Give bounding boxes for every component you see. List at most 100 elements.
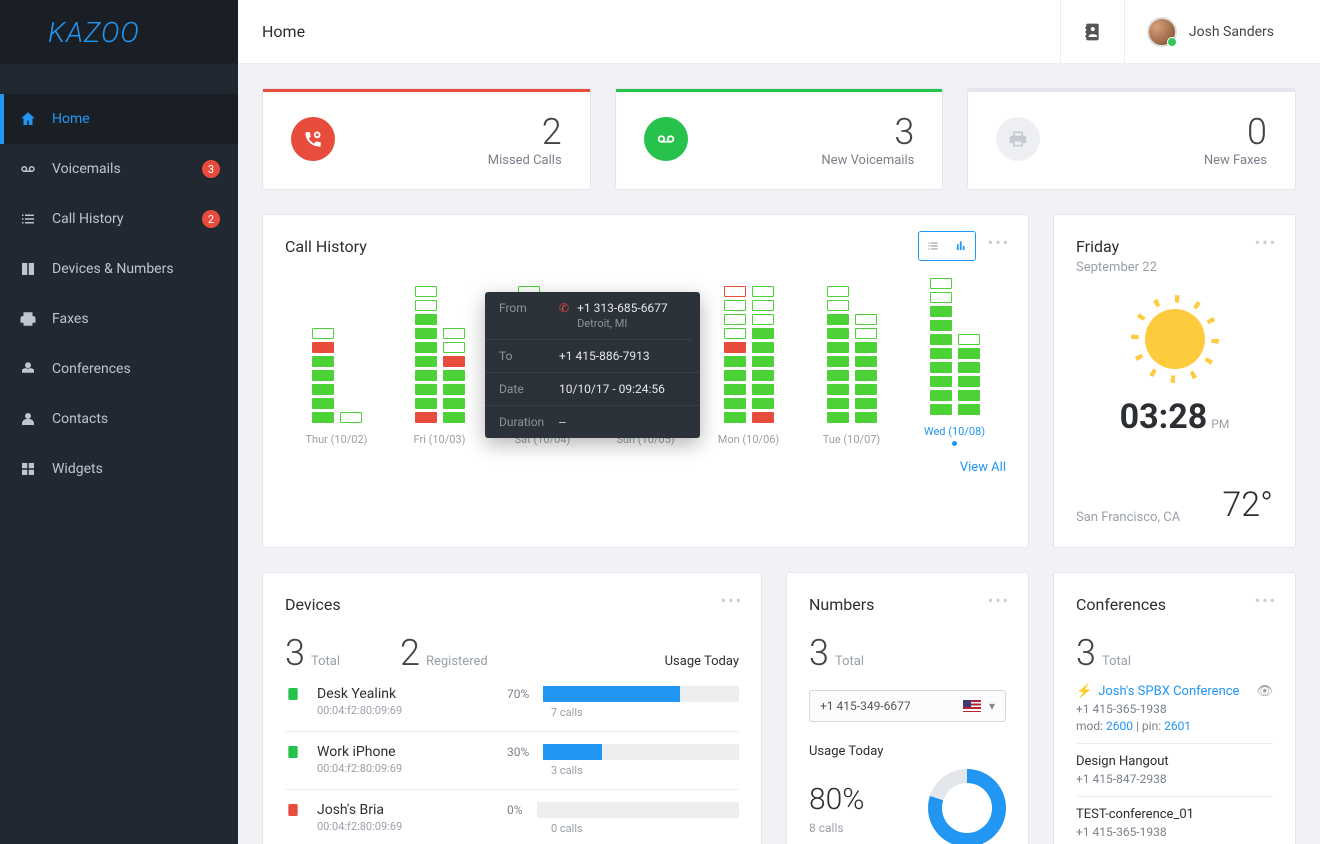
sidebar-item-call-history[interactable]: Call History2 (0, 194, 238, 244)
call-cell[interactable] (340, 412, 362, 423)
call-cell[interactable] (930, 390, 952, 401)
call-cell[interactable] (724, 412, 746, 423)
more-button[interactable]: ••• (1255, 591, 1277, 610)
call-cell[interactable] (312, 356, 334, 367)
call-cell[interactable] (443, 328, 465, 339)
call-cell[interactable] (312, 398, 334, 409)
call-cell[interactable] (724, 300, 746, 311)
call-cell[interactable] (930, 320, 952, 331)
call-cell[interactable] (312, 384, 334, 395)
call-cell[interactable] (958, 334, 980, 345)
call-cell[interactable] (752, 300, 774, 311)
call-cell[interactable] (855, 342, 877, 353)
call-cell[interactable] (958, 404, 980, 415)
call-cell[interactable] (930, 306, 952, 317)
call-cell[interactable] (415, 384, 437, 395)
call-cell[interactable] (930, 362, 952, 373)
call-cell[interactable] (930, 278, 952, 289)
call-cell[interactable] (752, 342, 774, 353)
day-column[interactable]: Tue (10/07) (800, 276, 903, 446)
call-cell[interactable] (930, 334, 952, 345)
call-cell[interactable] (752, 314, 774, 325)
view-all-link[interactable]: View All (285, 460, 1006, 475)
sidebar-item-home[interactable]: Home (0, 94, 238, 144)
call-cell[interactable] (855, 412, 877, 423)
call-cell[interactable] (855, 384, 877, 395)
more-button[interactable]: ••• (988, 233, 1010, 252)
call-cell[interactable] (724, 328, 746, 339)
sidebar-item-faxes[interactable]: Faxes (0, 294, 238, 344)
call-cell[interactable] (443, 370, 465, 381)
call-cell[interactable] (827, 384, 849, 395)
call-cell[interactable] (724, 398, 746, 409)
call-cell[interactable] (958, 348, 980, 359)
day-column[interactable]: Mon (10/06) (697, 276, 800, 446)
more-button[interactable]: ••• (1255, 233, 1277, 252)
call-cell[interactable] (930, 292, 952, 303)
number-select[interactable]: +1 415-349-6677 ▾ (809, 690, 1006, 722)
conference-item[interactable]: Design Hangout+1 415-847-2938 (1076, 744, 1273, 797)
call-cell[interactable] (958, 376, 980, 387)
day-column[interactable]: Thur (10/02) (285, 276, 388, 446)
list-view-button[interactable] (919, 232, 947, 260)
day-column[interactable]: Fri (10/03) (388, 276, 491, 446)
address-book-button[interactable] (1060, 0, 1124, 64)
conference-item[interactable]: ⚡Josh's SPBX Conference👁+1 415-365-1938m… (1076, 674, 1273, 744)
call-cell[interactable] (724, 286, 746, 297)
call-cell[interactable] (752, 384, 774, 395)
stat-faxes[interactable]: 0 New Faxes (967, 88, 1296, 190)
call-cell[interactable] (827, 300, 849, 311)
device-row[interactable]: Work iPhone00:04:f2:80:09:6930%3 calls (285, 732, 739, 790)
call-cell[interactable] (443, 412, 465, 423)
sidebar-item-devices-numbers[interactable]: Devices & Numbers (0, 244, 238, 294)
day-column[interactable]: Wed (10/08) (903, 276, 1006, 446)
call-cell[interactable] (827, 286, 849, 297)
sidebar-item-widgets[interactable]: Widgets (0, 444, 238, 494)
call-cell[interactable] (415, 342, 437, 353)
call-cell[interactable] (752, 370, 774, 381)
call-cell[interactable] (827, 356, 849, 367)
sidebar-item-conferences[interactable]: Conferences (0, 344, 238, 394)
device-row[interactable]: Desk Yealink00:04:f2:80:09:6970%7 calls (285, 674, 739, 732)
call-cell[interactable] (752, 328, 774, 339)
call-cell[interactable] (752, 286, 774, 297)
call-cell[interactable] (958, 390, 980, 401)
call-cell[interactable] (312, 370, 334, 381)
call-cell[interactable] (415, 398, 437, 409)
call-cell[interactable] (855, 370, 877, 381)
call-cell[interactable] (724, 314, 746, 325)
call-cell[interactable] (415, 356, 437, 367)
call-cell[interactable] (855, 328, 877, 339)
call-cell[interactable] (827, 398, 849, 409)
call-cell[interactable] (415, 286, 437, 297)
call-cell[interactable] (415, 412, 437, 423)
conference-name[interactable]: Josh's SPBX Conference (1098, 684, 1239, 699)
call-cell[interactable] (443, 398, 465, 409)
eye-icon[interactable]: 👁 (1256, 684, 1273, 699)
call-cell[interactable] (415, 370, 437, 381)
call-cell[interactable] (443, 384, 465, 395)
call-cell[interactable] (312, 412, 334, 423)
user-menu[interactable]: Josh Sanders (1124, 0, 1296, 64)
call-cell[interactable] (415, 328, 437, 339)
call-cell[interactable] (827, 328, 849, 339)
conference-item[interactable]: TEST-conference_01+1 415-365-1938 (1076, 797, 1273, 844)
call-cell[interactable] (724, 370, 746, 381)
call-cell[interactable] (958, 362, 980, 373)
call-cell[interactable] (752, 412, 774, 423)
call-cell[interactable] (724, 356, 746, 367)
sidebar-item-contacts[interactable]: Contacts (0, 394, 238, 444)
call-cell[interactable] (827, 412, 849, 423)
call-cell[interactable] (752, 356, 774, 367)
call-cell[interactable] (930, 404, 952, 415)
chart-view-button[interactable] (947, 232, 975, 260)
call-cell[interactable] (415, 314, 437, 325)
call-cell[interactable] (724, 384, 746, 395)
call-cell[interactable] (752, 398, 774, 409)
call-cell[interactable] (827, 342, 849, 353)
sidebar-item-voicemails[interactable]: Voicemails3 (0, 144, 238, 194)
call-cell[interactable] (827, 314, 849, 325)
stat-voicemails[interactable]: 3 New Voicemails (615, 88, 944, 190)
call-cell[interactable] (312, 328, 334, 339)
call-cell[interactable] (930, 376, 952, 387)
